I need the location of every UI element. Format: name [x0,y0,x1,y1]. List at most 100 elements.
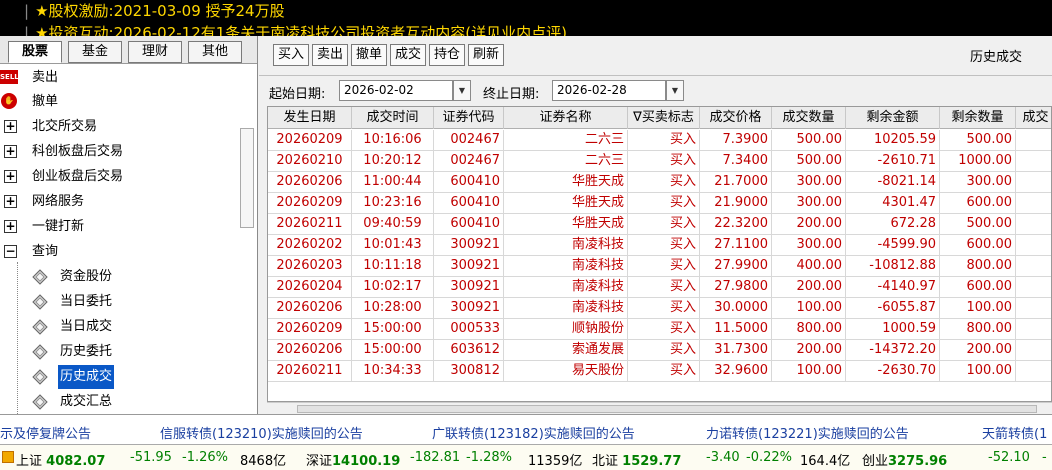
index-change: -52.10 [988,450,1030,465]
tab-stocks[interactable]: 股票 [8,41,62,63]
tab-funds[interactable]: 基金 [68,41,122,63]
trades-button[interactable]: 成交 [390,44,426,66]
index-sz[interactable]: 深证14100.19 [306,450,400,469]
tree-subitem-history-orders[interactable]: 历史委托 [0,340,230,364]
chevron-down-icon[interactable]: ▼ [666,80,684,101]
table-horizontal-scrollbar[interactable] [267,402,1052,414]
sell-button[interactable]: 卖出 [312,44,348,66]
table-cell [1016,151,1051,172]
table-row[interactable]: 20260211 09:40:59 600410 华胜天成 买入 22.3200 200.0… [268,214,1051,235]
table-row[interactable]: 20260210 10:20:12 002467 二六三 买入 7.3400 500.00-… [268,151,1051,172]
positions-button[interactable]: 持仓 [429,44,465,66]
table-cell: 20260209 [268,193,352,214]
history-trades-panel: 买入 卖出 撤单 成交 持仓 刷新 历史成交 起始日期: 2026-02-02 … [259,36,1052,414]
announcement-link[interactable]: 信服转债(123210)实施赎回的公告 [160,423,363,442]
tree-item-ipo[interactable]: + 一键打新 [0,215,230,239]
start-date-input[interactable]: 2026-02-02 [339,80,453,101]
tree-item-sell[interactable]: SELL 卖出 [0,66,230,90]
table-cell: 二六三 [504,151,628,172]
tab-other[interactable]: 其他 [188,41,242,63]
column-header[interactable]: 成交时间 [352,107,434,129]
table-cell: 10:23:16 [352,193,434,214]
table-row[interactable]: 20260209 15:00:00 000533 顺钠股份 买入 11.5000 800.0… [268,319,1051,340]
table-row[interactable]: 20260202 10:01:43 300921 南凌科技 买入 27.1100 300.0… [268,235,1051,256]
table-row[interactable]: 20260206 10:28:00 300921 南凌科技 买入 30.0000 100.0… [268,298,1051,319]
index-value: 14100.19 [332,454,401,469]
left-scrollbar[interactable] [240,128,254,228]
column-header[interactable]: 剩余金额 [846,107,940,129]
tree-item-gem-after-hours[interactable]: + 创业板盘后交易 [0,165,230,189]
announcement-link[interactable]: 广联转债(123182)实施赎回的公告 [432,423,635,442]
table-cell: 10:01:43 [352,235,434,256]
table-cell: 华胜天成 [504,172,628,193]
tree-item-query[interactable]: − 查询 [0,240,230,264]
table-cell: 20260209 [268,319,352,340]
tree-item-network[interactable]: + 网络服务 [0,190,230,214]
expand-plus-icon[interactable]: + [4,220,17,233]
table-cell: 华胜天成 [504,214,628,235]
column-header[interactable]: 发生日期 [268,107,352,129]
table-cell: 10:20:12 [352,151,434,172]
table-cell [1016,256,1051,277]
tree-item-bse[interactable]: + 北交所交易 [0,115,230,139]
market-icon[interactable] [2,451,14,463]
column-header[interactable]: 成交 [1016,107,1051,129]
tree-subitem-today-orders[interactable]: 当日委托 [0,290,230,314]
table-cell: 500.00 [772,151,846,172]
table-cell [1016,340,1051,361]
table-cell: -8021.14 [846,172,940,193]
tree-subitem-trade-summary[interactable]: 成交汇总 [0,390,230,414]
tab-wealth[interactable]: 理财 [128,41,182,63]
column-header[interactable]: 剩余数量 [940,107,1016,129]
table-row[interactable]: 20260206 15:00:00 603612 索通发展 买入 31.7300 200.0… [268,340,1051,361]
table-row[interactable]: 20260204 10:02:17 300921 南凌科技 买入 27.9800 200.0… [268,277,1051,298]
table-row[interactable]: 20260209 10:23:16 600410 华胜天成 买入 21.9000 300.0… [268,193,1051,214]
tree-subitem-today-trades[interactable]: 当日成交 [0,315,230,339]
index-volume: 8468亿 [240,454,287,469]
table-row[interactable]: 20260203 10:11:18 300921 南凌科技 买入 27.9900 400.0… [268,256,1051,277]
index-sh[interactable]: 上证 4082.07 [16,450,105,469]
expand-plus-icon[interactable]: + [4,170,17,183]
announcement-link[interactable]: 天箭转债(1 [982,423,1047,442]
column-header[interactable]: 证券代码 [434,107,504,129]
column-header[interactable]: ∇买卖标志 [628,107,700,129]
announcement-link[interactable]: 示及停复牌公告 [0,423,91,442]
scrollbar-thumb[interactable] [297,405,1037,413]
column-header[interactable]: 证券名称 [504,107,628,129]
column-header[interactable]: 成交价格 [700,107,772,129]
end-date-input[interactable]: 2026-02-28 [552,80,666,101]
refresh-button[interactable]: 刷新 [468,44,504,66]
collapse-minus-icon[interactable]: − [4,245,17,258]
news-line[interactable]: | ★股权激励:2021-03-09 授予24万股 [24,0,285,21]
table-cell: 10:34:33 [352,361,434,382]
tree-subitem-funds-holdings[interactable]: 资金股份 [0,265,230,289]
cancel-order-button[interactable]: 撤单 [351,44,387,66]
table-cell: 21.7000 [700,172,772,193]
table-cell [1016,319,1051,340]
table-cell: 买入 [628,340,700,361]
buy-button[interactable]: 买入 [273,44,309,66]
table-cell: 600410 [434,193,504,214]
tree-subitem-history-trades[interactable]: 历史成交 [0,365,230,389]
index-change: -182.81 [410,450,461,465]
index-bz[interactable]: 北证 1529.77 [592,450,681,469]
news-ticker: | ★股权激励:2021-03-09 授予24万股 | ★投资互动:2026-02-… [0,0,1052,36]
table-cell [1016,298,1051,319]
expand-plus-icon[interactable]: + [4,195,17,208]
news-line[interactable]: | ★投资互动:2026-02-12有1条关于南凌科技公司投资者互动内容(详见业内… [24,22,567,36]
table-cell: 300921 [434,235,504,256]
index-cy[interactable]: 创业3275.96 [862,450,947,469]
table-row[interactable]: 20260206 11:00:44 600410 华胜天成 买入 21.7000 300.0… [268,172,1051,193]
table-cell: 30.0000 [700,298,772,319]
tree-item-star-after-hours[interactable]: + 科创板盘后交易 [0,140,230,164]
announcement-link[interactable]: 力诺转债(123221)实施赎回的公告 [706,423,909,442]
table-cell: 4301.47 [846,193,940,214]
expand-plus-icon[interactable]: + [4,145,17,158]
chevron-down-icon[interactable]: ▼ [453,80,471,101]
tree-item-cancel[interactable]: ✋ 撤单 [0,90,230,114]
table-cell: 100.00 [940,298,1016,319]
expand-plus-icon[interactable]: + [4,120,17,133]
table-row[interactable]: 20260209 10:16:06 002467 二六三 买入 7.3900 500.00 1… [268,130,1051,151]
column-header[interactable]: 成交数量 [772,107,846,129]
table-row[interactable]: 20260211 10:34:33 300812 易天股份 买入 32.9600 100.0… [268,361,1051,382]
